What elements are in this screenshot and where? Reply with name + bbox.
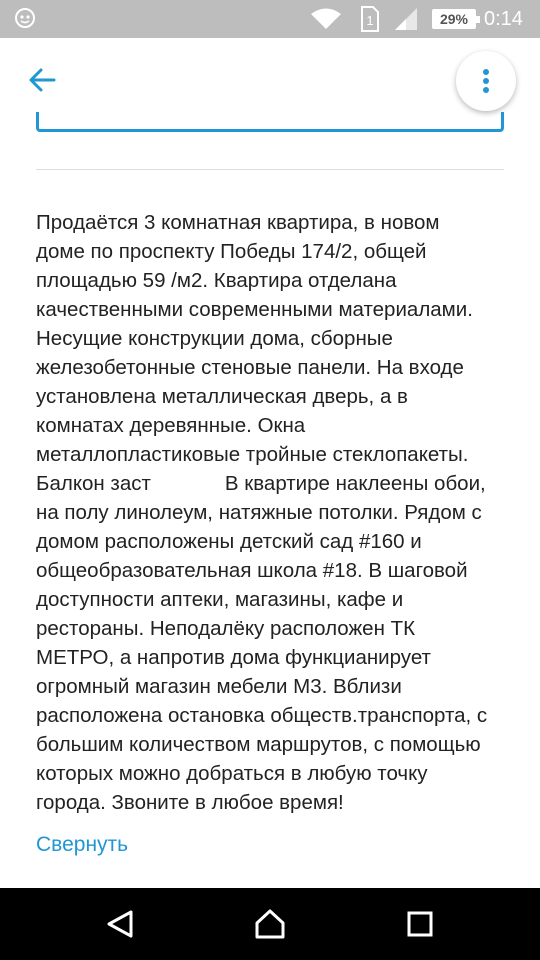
status-bar: 1 29% 0:14 xyxy=(0,0,540,38)
battery-indicator: 29% xyxy=(432,9,480,29)
status-clock: 0:14 xyxy=(484,8,523,30)
nav-recents-button[interactable] xyxy=(398,902,442,946)
back-button[interactable] xyxy=(22,60,62,100)
wifi-icon xyxy=(311,8,341,29)
collapse-link[interactable]: Свернуть xyxy=(36,830,128,860)
nav-back-icon xyxy=(107,910,133,938)
sim-card-icon: 1 xyxy=(361,6,379,32)
more-vertical-icon xyxy=(483,69,489,93)
notification-app-icon xyxy=(15,8,35,28)
section-divider xyxy=(36,169,504,170)
more-options-button[interactable] xyxy=(456,51,516,111)
recents-icon xyxy=(407,911,433,937)
nav-back-button[interactable] xyxy=(98,902,142,946)
system-nav-bar xyxy=(0,888,540,960)
home-icon xyxy=(255,909,285,939)
app-bar xyxy=(0,38,540,120)
listing-description: Продаётся 3 комнатная квартира, в новом … xyxy=(36,211,488,814)
signal-icon xyxy=(395,8,417,30)
arrow-left-icon xyxy=(29,68,56,92)
nav-home-button[interactable] xyxy=(248,902,292,946)
previous-field-box xyxy=(36,112,504,132)
svg-text:1: 1 xyxy=(366,13,373,28)
